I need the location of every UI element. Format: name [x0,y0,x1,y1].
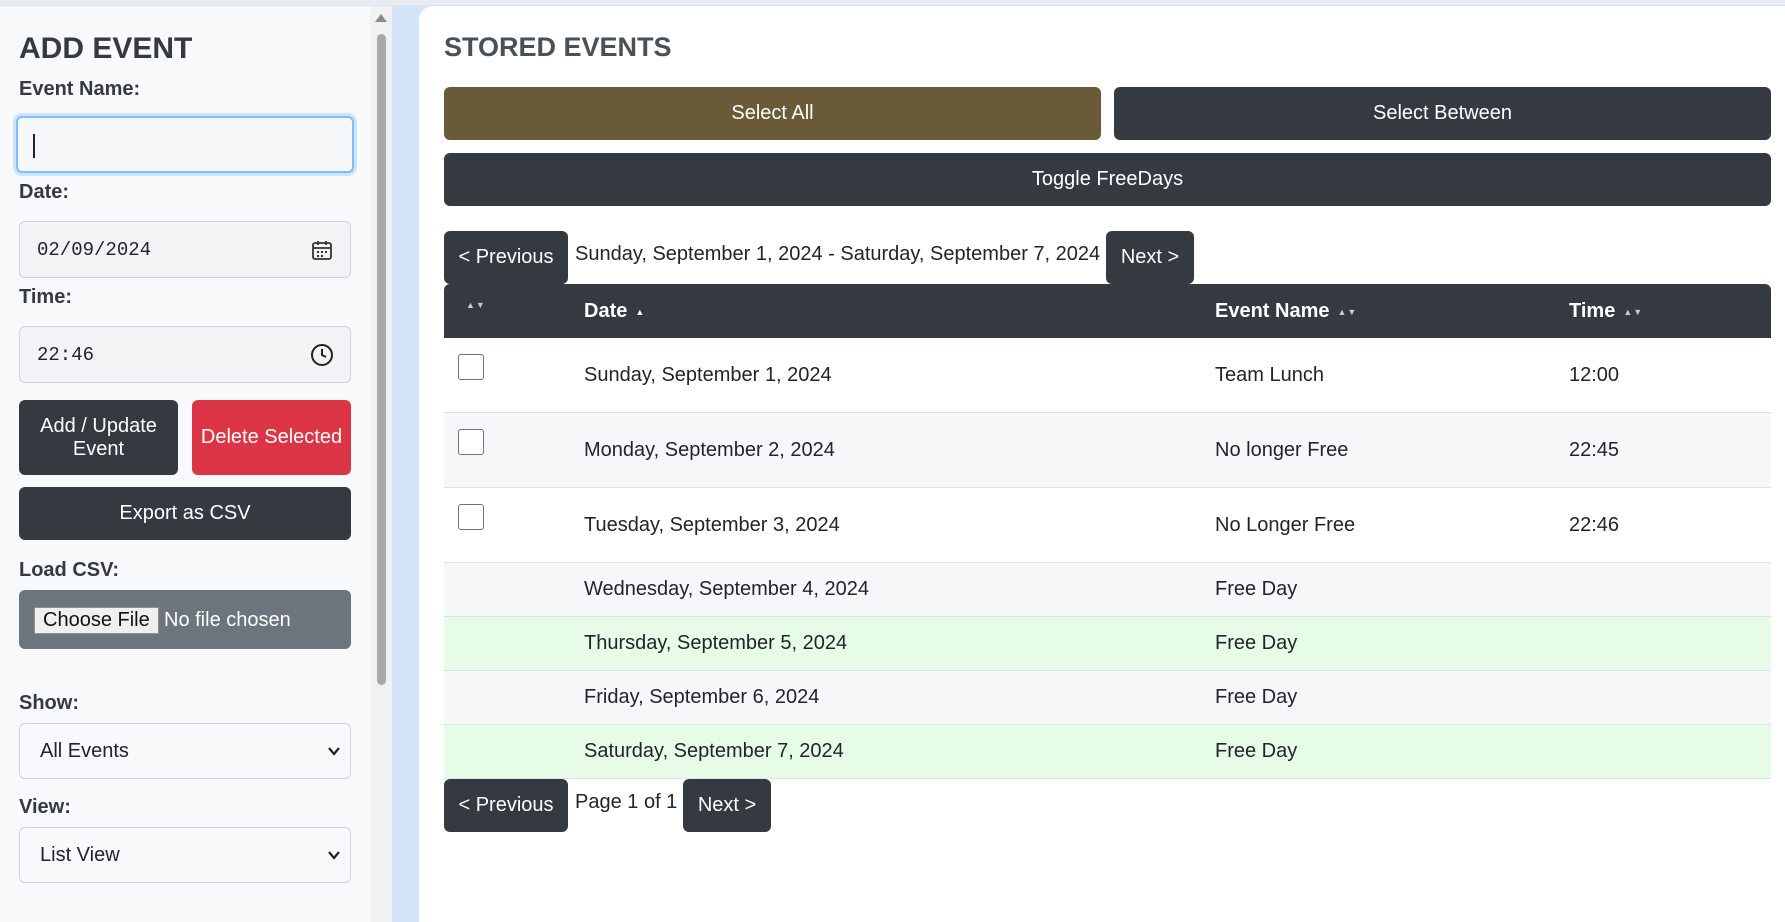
row-checkbox[interactable] [458,354,484,380]
page-info: Page 1 of 1 [575,791,678,813]
row-event-name: No longer Free [1215,439,1349,461]
chevron-down-icon [328,747,340,756]
row-time: 12:00 [1569,364,1620,386]
view-label: View: [19,796,71,818]
load-csv-label: Load CSV: [19,559,120,581]
add-update-event-button[interactable]: Add / Update Event [19,400,178,475]
sort-asc-icon: ▲ [635,306,646,317]
row-date: Thursday, September 5, 2024 [584,632,848,654]
sort-arrows-icon: ▲▼ [1337,306,1358,317]
event-name-column-header[interactable]: Event Name ▲▼ [1215,300,1357,323]
table-header: ▲▼ Date ▲ Event Name ▲▼ Time ▲▼ [444,284,1771,338]
event-name-input[interactable] [16,116,354,173]
show-label: Show: [19,692,79,714]
file-status: No file chosen [164,609,291,631]
view-select[interactable]: List View [19,827,351,883]
row-time: 22:45 [1569,439,1620,461]
row-time: 22:46 [1569,514,1620,536]
row-event-name: Free Day [1215,632,1298,654]
row-date: Friday, September 6, 2024 [584,686,820,708]
date-label: Date: [19,181,70,203]
sort-arrows-icon: ▲▼ [466,300,486,310]
stored-events-title: STORED EVENTS [444,32,672,62]
time-value: 22:46 [37,344,95,366]
scroll-up-arrow-icon[interactable] [375,14,387,22]
week-next-button[interactable]: Next > [1106,231,1194,284]
event-name-label: Event Name: [19,78,141,100]
table-row[interactable]: Wednesday, September 4, 2024 Free Day [444,563,1771,617]
time-label: Time: [19,286,72,308]
row-date: Sunday, September 1, 2024 [584,364,832,386]
stored-events-panel: STORED EVENTS Select All Select Between … [419,6,1785,922]
table-row[interactable]: Sunday, September 1, 2024 Team Lunch 12:… [444,338,1771,413]
export-csv-button[interactable]: Export as CSV [19,487,351,540]
chevron-down-icon [328,851,340,860]
clock-icon[interactable] [310,343,334,367]
page-previous-button[interactable]: < Previous [444,779,568,832]
text-caret [33,134,35,158]
row-event-name: Free Day [1215,686,1298,708]
row-date: Tuesday, September 3, 2024 [584,514,840,536]
table-row[interactable]: Saturday, September 7, 2024 Free Day [444,725,1771,779]
date-input[interactable]: 02/09/2024 [19,221,351,278]
select-column-header[interactable]: ▲▼ [466,300,486,310]
table-row[interactable]: Thursday, September 5, 2024 Free Day [444,617,1771,671]
row-event-name: Free Day [1215,740,1298,762]
top-edge [0,0,1785,5]
time-column-header[interactable]: Time ▲▼ [1569,300,1643,323]
sort-arrows-icon: ▲▼ [1623,306,1644,317]
table-row[interactable]: Monday, September 2, 2024 No longer Free… [444,413,1771,488]
select-all-button[interactable]: Select All [444,87,1101,140]
row-event-name: Free Day [1215,578,1298,600]
row-date: Wednesday, September 4, 2024 [584,578,869,600]
add-event-title: ADD EVENT [19,32,193,65]
add-event-panel: ADD EVENT Event Name: Date: 02/09/2024 T… [0,6,370,922]
week-previous-button[interactable]: < Previous [444,231,568,284]
table-row[interactable]: Friday, September 6, 2024 Free Day [444,671,1771,725]
row-event-name: No Longer Free [1215,514,1356,536]
page-next-button[interactable]: Next > [683,779,771,832]
delete-selected-button[interactable]: Delete Selected [192,400,351,475]
week-range-text: Sunday, September 1, 2024 - Saturday, Se… [575,243,1101,265]
calendar-icon[interactable] [310,238,334,262]
date-column-header[interactable]: Date ▲ [584,300,645,323]
row-checkbox[interactable] [458,429,484,455]
row-checkbox[interactable] [458,504,484,530]
scrollbar-thumb[interactable] [377,34,386,685]
sidebar-scrollbar[interactable] [370,6,392,922]
show-select-value: All Events [40,740,129,762]
view-select-value: List View [40,844,120,866]
table-row[interactable]: Tuesday, September 3, 2024 No Longer Fre… [444,488,1771,563]
choose-file-button[interactable]: Choose File [34,607,159,634]
row-date: Saturday, September 7, 2024 [584,740,844,762]
date-value: 02/09/2024 [37,239,152,261]
select-between-button[interactable]: Select Between [1114,87,1771,140]
row-date: Monday, September 2, 2024 [584,439,835,461]
row-event-name: Team Lunch [1215,364,1324,386]
load-csv-file-input[interactable]: Choose File No file chosen [19,590,351,649]
show-select[interactable]: All Events [19,723,351,779]
toggle-freedays-button[interactable]: Toggle FreeDays [444,153,1771,206]
time-input[interactable]: 22:46 [19,326,351,383]
